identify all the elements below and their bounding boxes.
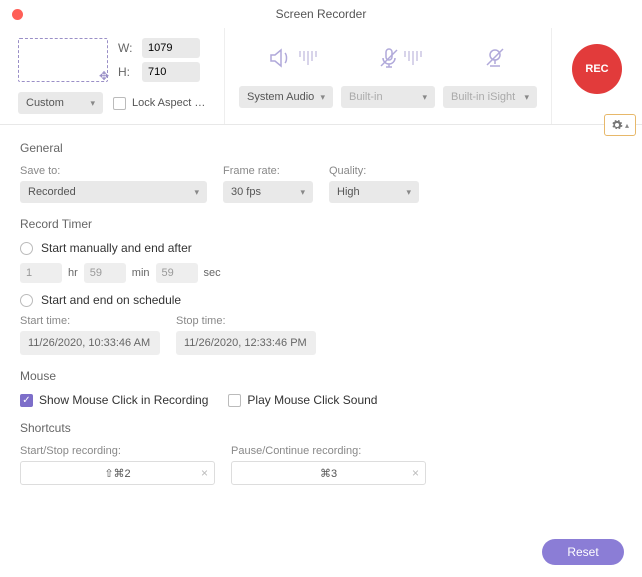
chevron-down-icon: ▾ [194,187,199,198]
chevron-down-icon: ▾ [320,92,325,103]
settings-toggle-button[interactable]: ▴ [604,114,636,136]
start-time-input[interactable] [20,331,160,355]
audio-panel: System Audio ▾ Built-in ▾ Built-in iSigh… [225,28,552,124]
save-to-label: Save to: [20,165,207,177]
lock-aspect-label: Lock Aspect R... [132,97,210,109]
gear-icon [611,119,623,131]
width-input[interactable] [142,38,200,58]
height-input[interactable] [142,62,200,82]
start-shortcut-input[interactable]: ⇧⌘2 × [20,461,215,485]
record-timer-heading: Record Timer [20,217,622,231]
quality-select[interactable]: High ▾ [329,181,419,203]
reset-label: Reset [567,545,598,559]
quality-label: Quality: [329,165,419,177]
chevron-down-icon: ▾ [90,98,95,109]
play-click-sound-checkbox[interactable] [228,394,241,407]
chevron-down-icon: ▾ [300,187,305,198]
width-label: W: [118,41,136,55]
stop-time-label: Stop time: [176,315,316,327]
manual-label: Start manually and end after [41,241,192,255]
mic-value: Built-in [349,91,383,103]
clear-pause-shortcut-button[interactable]: × [412,466,419,480]
height-label: H: [118,65,136,79]
speaker-icon[interactable] [269,47,317,69]
pause-shortcut-value: ⌘3 [320,467,337,480]
save-to-select[interactable]: Recorded ▾ [20,181,207,203]
start-time-label: Start time: [20,315,160,327]
start-shortcut-label: Start/Stop recording: [20,445,215,457]
resize-handle-icon[interactable]: ✥ [99,69,109,83]
capture-area-panel: ✥ W: H: Custom ▾ Lock Aspect R... [0,28,225,124]
size-preset-value: Custom [26,97,64,109]
play-click-sound-label: Play Mouse Click Sound [247,393,377,407]
general-heading: General [20,141,622,155]
clear-start-shortcut-button[interactable]: × [201,466,208,480]
pause-shortcut-input[interactable]: ⌘3 × [231,461,426,485]
chevron-down-icon: ▾ [524,92,529,103]
reset-button[interactable]: Reset [542,539,624,565]
capture-area-selector[interactable]: ✥ [18,38,108,82]
record-button[interactable]: REC [572,44,622,94]
frame-rate-value: 30 fps [231,186,261,198]
record-label: REC [585,63,608,75]
hr-unit: hr [68,267,78,279]
seconds-input[interactable] [156,263,198,283]
hours-input[interactable] [20,263,62,283]
schedule-label: Start and end on schedule [41,293,181,307]
sec-unit: sec [204,267,221,279]
save-to-value: Recorded [28,186,76,198]
manual-radio[interactable] [20,242,33,255]
shortcuts-heading: Shortcuts [20,421,622,435]
camera-value: Built-in iSight [451,91,515,103]
close-window-button[interactable] [12,9,23,20]
minutes-input[interactable] [84,263,126,283]
chevron-down-icon: ▾ [422,92,427,103]
chevron-up-icon: ▴ [625,121,629,130]
camera-off-icon[interactable] [483,47,507,69]
start-shortcut-value: ⇧⌘2 [104,467,130,480]
pause-shortcut-label: Pause/Continue recording: [231,445,426,457]
mic-select[interactable]: Built-in ▾ [341,86,435,108]
window-title: Screen Recorder [276,7,367,21]
lock-aspect-checkbox[interactable] [113,97,126,110]
quality-value: High [337,186,360,198]
system-audio-value: System Audio [247,91,314,103]
frame-rate-label: Frame rate: [223,165,313,177]
show-mouse-click-checkbox[interactable]: ✓ [20,394,33,407]
chevron-down-icon: ▾ [406,187,411,198]
size-preset-select[interactable]: Custom ▾ [18,92,103,114]
mouse-heading: Mouse [20,369,622,383]
show-mouse-click-label: Show Mouse Click in Recording [39,393,208,407]
schedule-radio[interactable] [20,294,33,307]
microphone-off-icon[interactable] [378,47,422,69]
min-unit: min [132,267,150,279]
camera-select[interactable]: Built-in iSight ▾ [443,86,537,108]
stop-time-input[interactable] [176,331,316,355]
system-audio-select[interactable]: System Audio ▾ [239,86,333,108]
frame-rate-select[interactable]: 30 fps ▾ [223,181,313,203]
